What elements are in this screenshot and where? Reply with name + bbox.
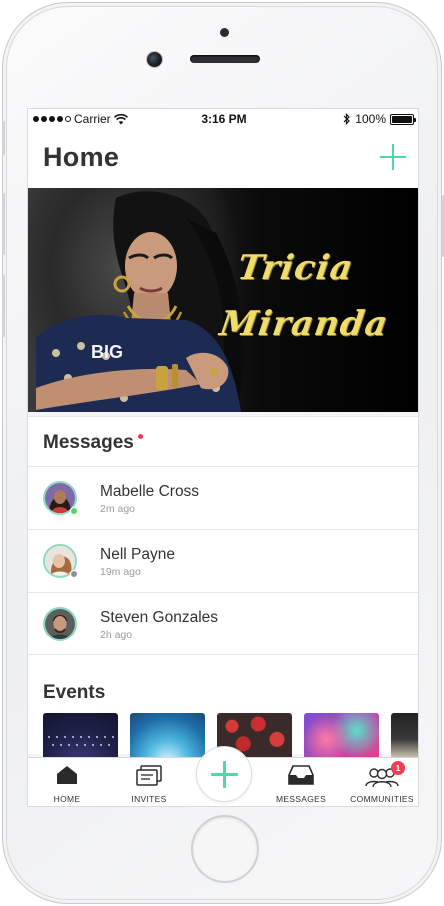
earpiece-speaker [190,55,260,63]
events-title: Events [43,682,106,703]
proximity-sensor [220,28,229,37]
message-row-nell-payne[interactable]: Nell Payne 19m ago [28,529,418,592]
phone-frame: Carrier 3:16 PM 100% Home BIG Tricia Mir… [2,2,444,904]
mute-switch [2,121,5,155]
messages-title: Messages [43,432,134,453]
inbox-icon [288,765,314,785]
message-row-mabelle-cross[interactable]: Mabelle Cross 2m ago [28,466,418,529]
tab-label: COMMUNITIES [350,794,414,804]
banner-title-line1: Tricia [235,248,357,288]
contact-name: Nell Payne [100,546,175,563]
add-button[interactable] [380,144,406,170]
avatar [43,607,77,641]
presence-indicator [70,570,78,578]
banner-title-line2: Miranda [217,304,391,344]
tab-label: INVITES [131,794,167,804]
volume-up-button [2,193,5,255]
message-timestamp: 19m ago [100,566,141,578]
unread-indicator [138,434,143,439]
event-card[interactable] [391,713,418,757]
contact-name: Mabelle Cross [100,483,200,500]
presence-indicator [70,507,78,515]
message-row-steven-gonzales[interactable]: Steven Gonzales 2h ago [28,592,418,655]
invites-icon [136,765,162,786]
messages-section-header: Messages [28,416,418,466]
tab-home[interactable]: HOME [36,758,98,806]
status-right: 100% [343,112,416,126]
hardware-home-button[interactable] [191,815,259,883]
home-icon [57,766,77,784]
tab-communities[interactable]: 1 COMMUNITIES [344,758,418,806]
tab-invites[interactable]: INVITES [118,758,180,806]
svg-text:BIG: BIG [91,342,123,362]
battery-percent: 100% [355,112,386,126]
event-card[interactable] [43,713,118,757]
message-timestamp: 2m ago [100,503,136,515]
navigation-bar: Home [28,129,418,188]
event-card[interactable] [304,713,379,757]
app-screen: Carrier 3:16 PM 100% Home BIG Tricia Mir… [27,108,419,807]
bluetooth-icon [343,113,351,125]
volume-down-button [2,275,5,337]
tab-messages[interactable]: MESSAGES [270,758,332,806]
tab-label: MESSAGES [275,794,327,804]
notification-badge: 1 [391,761,405,775]
page-title: Home [43,142,120,172]
create-button[interactable] [196,746,252,802]
status-bar: Carrier 3:16 PM 100% [28,109,418,129]
contact-name: Steven Gonzales [100,609,219,626]
front-camera [146,51,163,68]
banner-title: Tricia Miranda [216,240,412,352]
message-timestamp: 2h ago [100,629,133,641]
events-section: Events [28,654,418,757]
artist-photo: BIG [36,191,244,412]
battery-icon [390,113,416,125]
tab-bar: HOME INVITES MESSAGES 1 COMMUNITIES [28,746,418,806]
tab-label: HOME [53,794,81,804]
featured-banner[interactable]: BIG Tricia Miranda [28,188,418,412]
event-card[interactable] [130,713,205,757]
